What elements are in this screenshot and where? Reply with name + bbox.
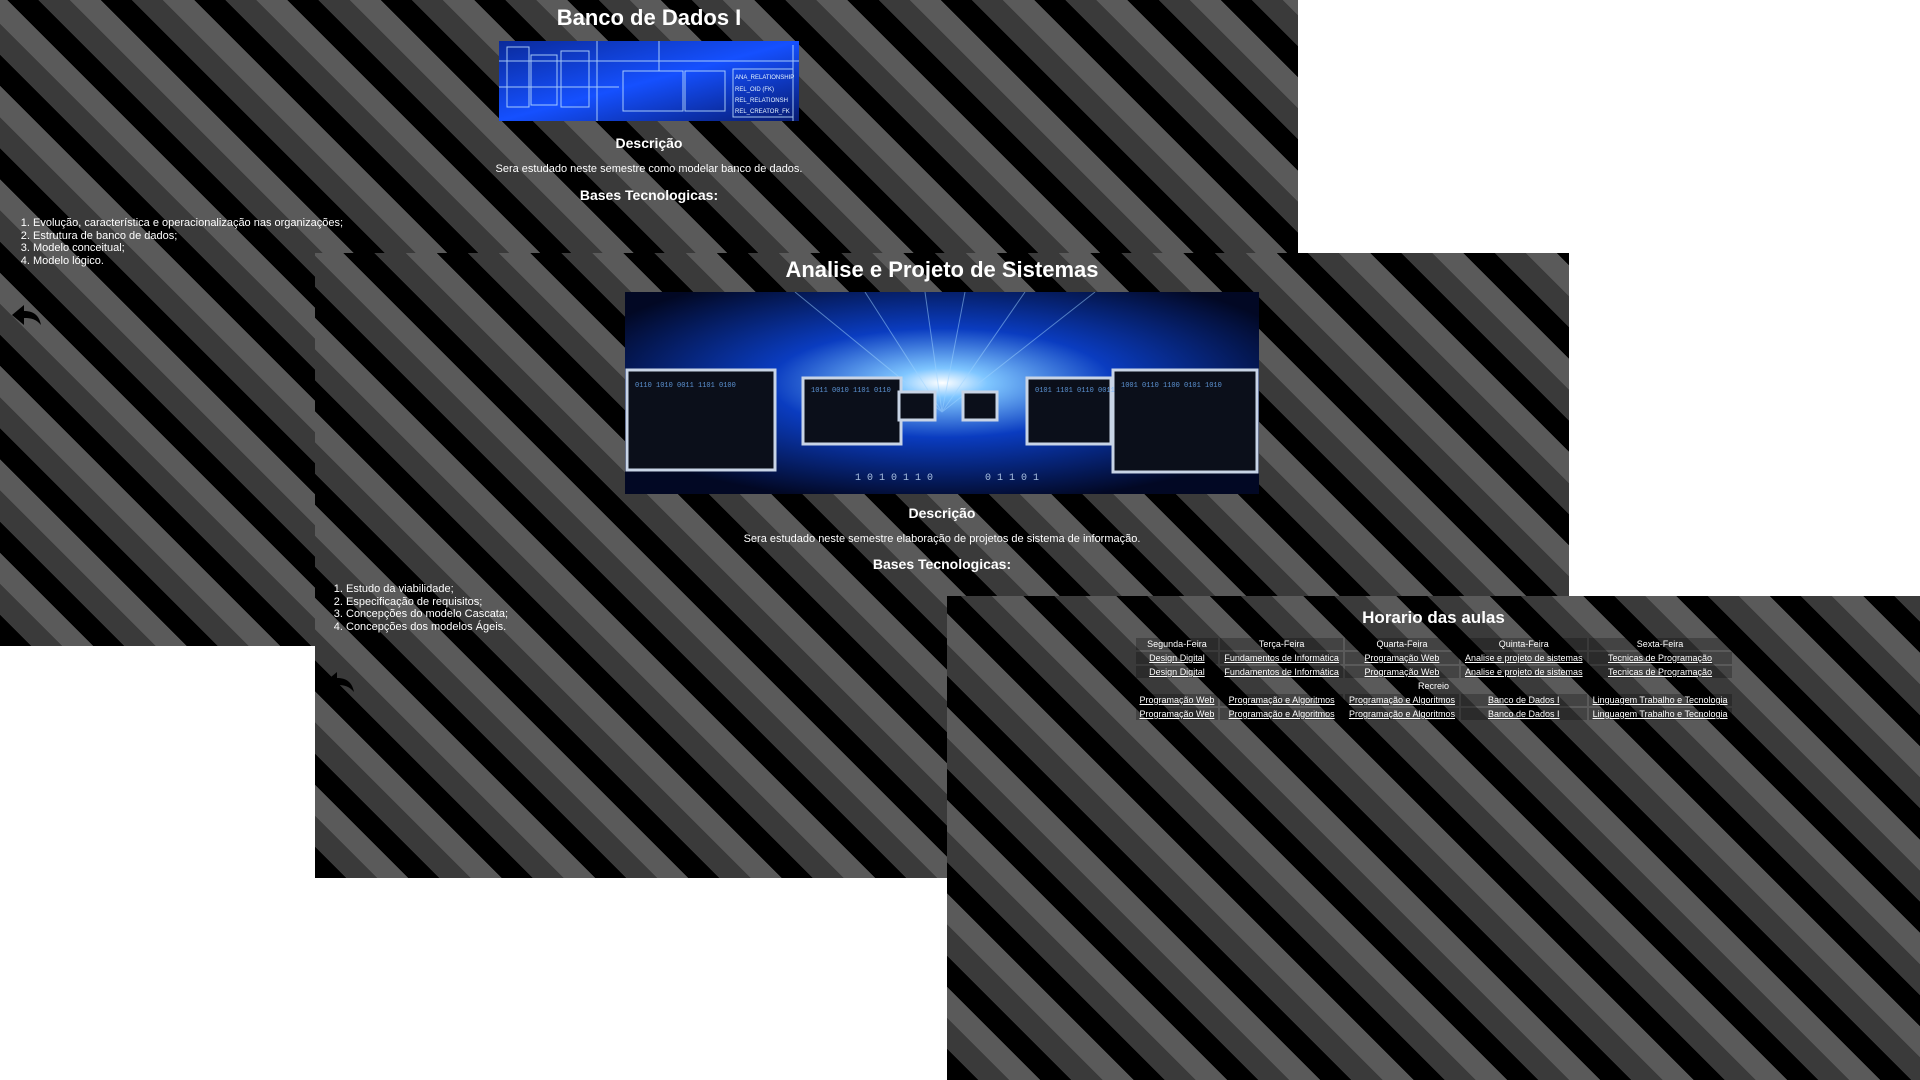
day-header: Terça-Feira [1220,638,1343,650]
page-title: Banco de Dados I [556,5,742,30]
back-arrow-icon[interactable] [325,670,355,696]
banner-label: REL_OID (FK) [735,87,774,93]
table-row: Design Digital Fundamentos de Informátic… [1135,652,1732,664]
svg-text:0 1 1 0 1: 0 1 1 0 1 [985,473,1039,484]
class-link[interactable]: Design Digital [1149,667,1205,677]
schedule-table: Segunda-Feira Terça-Feira Quarta-Feira Q… [1134,636,1734,722]
day-header: Quarta-Feira [1344,638,1459,650]
svg-text:0110 1010 0011 1101 0100: 0110 1010 0011 1101 0100 [635,382,736,390]
svg-text:1 0 1 0 1 1 0: 1 0 1 0 1 1 0 [855,473,933,484]
class-link[interactable]: Programação e Algoritmos [1229,695,1335,705]
bases-heading: Bases Tecnologicas: [872,556,1012,572]
class-link[interactable]: Programação Web [1140,709,1215,719]
list-item: Estudo da viabilidade; [346,583,1569,596]
class-link[interactable]: Linguagem Trabalho e Tecnologia [1593,695,1728,705]
svg-text:1011 0010 1101 0110: 1011 0010 1101 0110 [811,387,891,395]
page-title: Horario das aulas [1362,608,1505,627]
computers-banner-image: 0110 1010 0011 1101 0100 1011 0010 1101 … [625,292,1259,494]
table-row: Programação Web Programação e Algoritmos… [1135,694,1732,706]
descricao-heading: Descrição [615,135,683,151]
list-item: Estrutura de banco de dados; [33,230,1298,243]
list-item: Evolução, característica e operacionaliz… [33,217,1298,230]
class-link[interactable]: Programação e Algoritmos [1229,709,1335,719]
day-header: Sexta-Feira [1588,638,1732,650]
svg-text:1001 0110 1100 0101 1010: 1001 0110 1100 0101 1010 [1121,382,1222,390]
table-header-row: Segunda-Feira Terça-Feira Quarta-Feira Q… [1135,638,1732,650]
back-arrow-icon[interactable] [12,303,42,329]
class-link[interactable]: Fundamentos de Informática [1224,667,1339,677]
class-link[interactable]: Linguagem Trabalho e Tecnologia [1593,709,1728,719]
class-link[interactable]: Banco de Dados I [1488,695,1560,705]
class-link[interactable]: Programação Web [1140,695,1215,705]
page-title: Analise e Projeto de Sistemas [785,257,1099,282]
bases-heading: Bases Tecnologicas: [579,187,719,203]
recreio-label: Recreio [1417,681,1449,691]
class-link[interactable]: Programação e Algoritmos [1349,709,1455,719]
class-link[interactable]: Design Digital [1149,653,1205,663]
class-link[interactable]: Tecnicas de Programação [1608,653,1712,663]
banner-label: REL_CREATOR_FK [735,109,790,115]
class-link[interactable]: Programação Web [1365,653,1440,663]
class-link[interactable]: Programação Web [1365,667,1440,677]
day-header: Quinta-Feira [1461,638,1587,650]
class-link[interactable]: Analise e projeto de sistemas [1465,667,1583,677]
banner-label: REL_RELATIONSH [735,98,788,104]
descricao-heading: Descrição [908,505,976,521]
recreio-row: Recreio [1136,680,1732,692]
class-link[interactable]: Fundamentos de Informática [1224,653,1339,663]
database-banner-image: ANA_RELATIONSHIP REL_OID (FK) REL_RELATI… [499,41,799,121]
descricao-text: Sera estudado neste semestre como modela… [495,163,803,175]
class-link[interactable]: Banco de Dados I [1488,709,1560,719]
svg-text:0101 1101 0110 0011: 0101 1101 0110 0011 [1035,387,1115,395]
day-header: Segunda-Feira [1135,638,1219,650]
class-link[interactable]: Programação e Algoritmos [1349,695,1455,705]
class-link[interactable]: Tecnicas de Programação [1608,667,1712,677]
banner-label: ANA_RELATIONSHIP [735,75,794,81]
descricao-text: Sera estudado neste semestre elaboração … [743,533,1141,545]
table-row: Design Digital Fundamentos de Informátic… [1135,666,1732,678]
table-row: Programação Web Programação e Algoritmos… [1135,708,1732,720]
horario-page: Horario das aulas Segunda-Feira Terça-Fe… [947,596,1920,1080]
class-link[interactable]: Analise e projeto de sistemas [1465,653,1583,663]
